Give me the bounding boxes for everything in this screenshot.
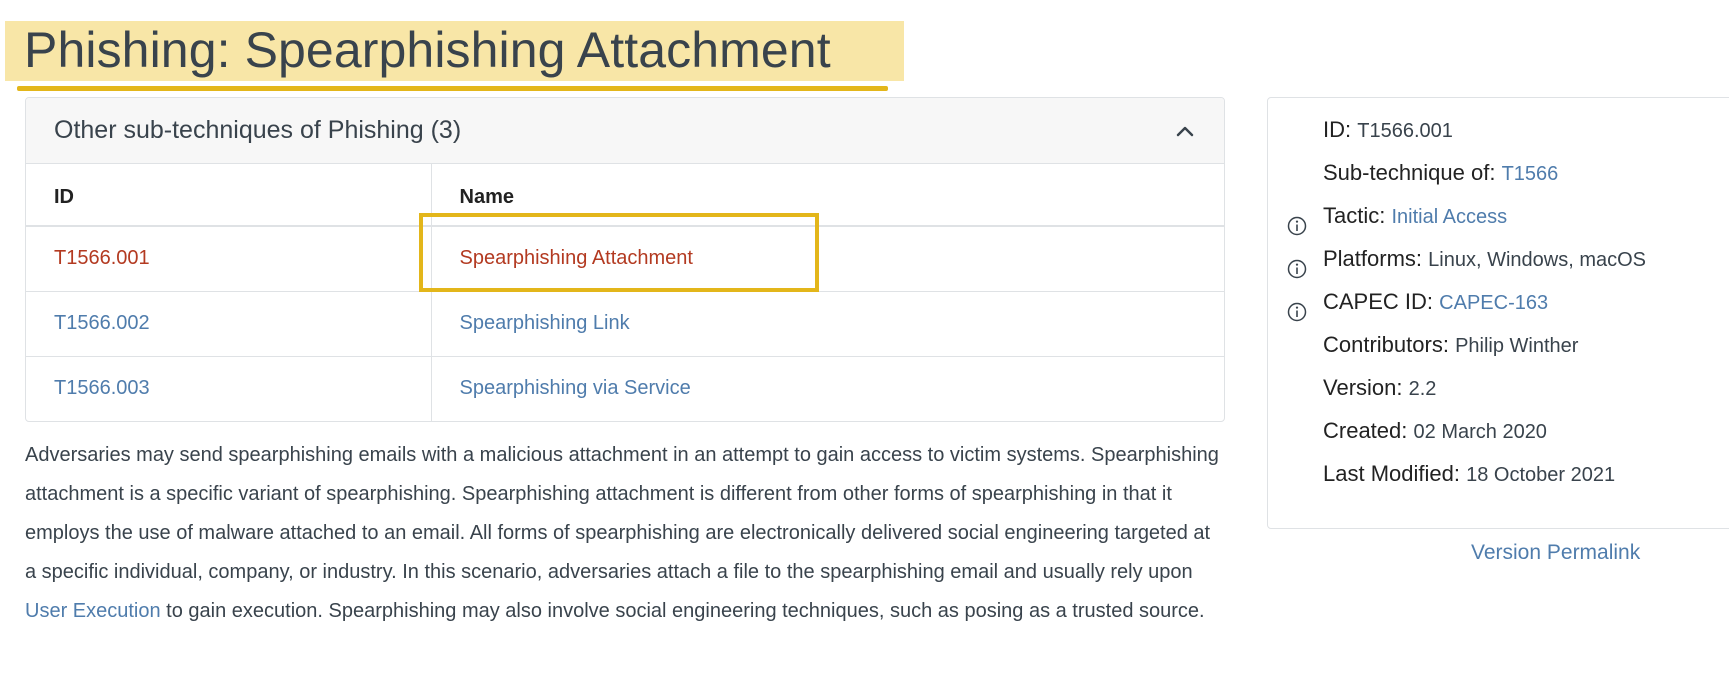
info-tactic-label: Tactic:: [1323, 203, 1386, 228]
subtechniques-card: Other sub-techniques of Phishing (3) ID …: [25, 97, 1225, 422]
subtechnique-name-link[interactable]: Spearphishing Attachment: [460, 247, 694, 269]
info-version: Version: 2.2: [1323, 375, 1436, 401]
info-capec-label: CAPEC ID:: [1323, 289, 1434, 314]
table-cell-name: Spearphishing Link: [431, 291, 1224, 357]
info-id-label: ID:: [1323, 117, 1352, 142]
parent-technique-link[interactable]: T1566: [1502, 163, 1559, 185]
info-circle-icon[interactable]: [1287, 216, 1307, 236]
info-circle-icon[interactable]: [1287, 302, 1307, 322]
info-contributors-value: Philip Winther: [1455, 335, 1579, 357]
info-last-modified-value: 18 October 2021: [1466, 464, 1616, 486]
info-id-value: T1566.001: [1357, 120, 1453, 142]
technique-description: Adversaries may send spearphishing email…: [25, 436, 1225, 631]
info-last-modified: Last Modified: 18 October 2021: [1323, 461, 1615, 487]
tactic-link[interactable]: Initial Access: [1391, 206, 1507, 228]
info-subtechnique-of: Sub-technique of: T1566: [1323, 160, 1558, 186]
capec-link[interactable]: CAPEC-163: [1439, 292, 1548, 314]
description-text-2: to gain execution. Spearphishing may als…: [160, 600, 1205, 622]
table-cell-id: T1566.002: [26, 291, 432, 357]
info-last-modified-label: Last Modified:: [1323, 461, 1460, 486]
info-contributors: Contributors: Philip Winther: [1323, 332, 1578, 358]
table-cell-name: Spearphishing Attachment: [431, 226, 1224, 292]
info-platforms-value: Linux, Windows, macOS: [1428, 249, 1647, 271]
info-created: Created: 02 March 2020: [1323, 418, 1547, 444]
column-header-id: ID: [26, 164, 432, 227]
subtechnique-id-link[interactable]: T1566.002: [54, 312, 150, 334]
page-title: Phishing: Spearphishing Attachment: [24, 22, 831, 78]
technique-info-card: ID: T1566.001 Sub-technique of: T1566 Ta…: [1267, 97, 1729, 529]
table-row: T1566.003 Spearphishing via Service: [26, 356, 1224, 421]
subtechnique-name-link[interactable]: Spearphishing Link: [460, 312, 630, 334]
column-header-name: Name: [431, 164, 1224, 227]
table-cell-id: T1566.001: [26, 226, 432, 292]
table-row: T1566.002 Spearphishing Link: [26, 291, 1224, 357]
chevron-up-icon[interactable]: [1174, 120, 1196, 142]
info-created-value: 02 March 2020: [1413, 421, 1547, 443]
info-version-value: 2.2: [1408, 378, 1437, 400]
user-execution-link[interactable]: User Execution: [25, 600, 161, 622]
version-permalink-link[interactable]: Version Permalink: [1471, 541, 1640, 565]
subtechnique-name-link[interactable]: Spearphishing via Service: [460, 377, 691, 399]
subtechnique-id-link[interactable]: T1566.003: [54, 377, 150, 399]
title-underline: [17, 86, 888, 91]
subtechniques-header-label: Other sub-techniques of Phishing (3): [54, 116, 462, 144]
info-subtechnique-of-label: Sub-technique of:: [1323, 160, 1496, 185]
info-created-label: Created:: [1323, 418, 1408, 443]
info-capec: CAPEC ID: CAPEC-163: [1323, 289, 1548, 315]
info-tactic: Tactic: Initial Access: [1323, 203, 1507, 229]
subtechniques-toggle[interactable]: Other sub-techniques of Phishing (3): [26, 98, 1224, 164]
info-id: ID: T1566.001: [1323, 117, 1453, 143]
info-contributors-label: Contributors:: [1323, 332, 1449, 357]
table-row: T1566.001 Spearphishing Attachment: [26, 226, 1224, 292]
info-platforms-label: Platforms:: [1323, 246, 1423, 271]
info-version-label: Version:: [1323, 375, 1403, 400]
subtechnique-id-link[interactable]: T1566.001: [54, 247, 150, 269]
info-platforms: Platforms: Linux, Windows, macOS: [1323, 246, 1646, 272]
info-circle-icon[interactable]: [1287, 259, 1307, 279]
description-text-1: Adversaries may send spearphishing email…: [25, 444, 1219, 583]
table-header-row: ID Name: [26, 164, 1224, 227]
subtechniques-table: ID Name T1566.001 Spearphishing Attachme…: [26, 164, 1224, 421]
table-cell-name: Spearphishing via Service: [431, 356, 1224, 421]
table-cell-id: T1566.003: [26, 356, 432, 421]
